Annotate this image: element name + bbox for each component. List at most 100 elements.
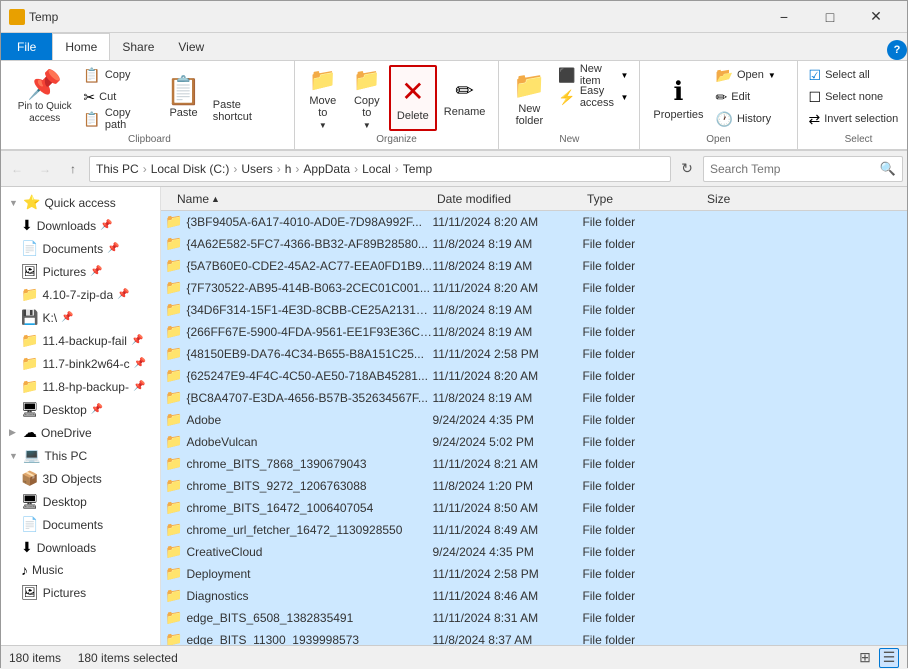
path-users[interactable]: Users (241, 162, 272, 176)
cut-button[interactable]: ✂ Cut (78, 87, 159, 107)
tab-home[interactable]: Home (52, 33, 110, 60)
maximize-button[interactable]: □ (807, 1, 853, 33)
table-row[interactable]: 📁 Adobe 9/24/2024 4:35 PM File folder (161, 409, 907, 431)
path-this-pc[interactable]: This PC (96, 162, 139, 176)
table-row[interactable]: 📁 AdobeVulcan 9/24/2024 5:02 PM File fol… (161, 431, 907, 453)
sidebar-item-3d-objects[interactable]: 📦 3D Objects (1, 467, 160, 490)
table-row[interactable]: 📁 chrome_BITS_9272_1206763088 11/8/2024 … (161, 475, 907, 497)
minimize-button[interactable]: − (761, 1, 807, 33)
table-row[interactable]: 📁 {5A7B60E0-CDE2-45A2-AC77-EEA0FD1B9... … (161, 255, 907, 277)
sidebar-section-this-pc[interactable]: ▼ 💻 This PC (1, 444, 160, 467)
path-h[interactable]: h (285, 162, 292, 176)
delete-button[interactable]: ✕ Delete (389, 65, 437, 131)
sidebar-item-k[interactable]: 💾 K:\ 📌 (1, 306, 160, 329)
onedrive-icon: ☁ (23, 424, 37, 441)
invert-selection-button[interactable]: ⇄ Invert selection (804, 109, 908, 129)
table-row[interactable]: 📁 {7F730522-AB95-414B-B063-2CEC01C001...… (161, 277, 907, 299)
search-input[interactable] (710, 162, 876, 176)
open-label: Open (737, 69, 764, 81)
sidebar-item-downloads[interactable]: ⬇ Downloads 📌 (1, 214, 160, 237)
tab-view[interactable]: View (166, 33, 216, 60)
ribbon-group-new: 📁 Newfolder ⬛ New item ▼ ⚡ Easy access ▼… (499, 61, 640, 149)
sidebar-item-documents-pc[interactable]: 📄 Documents (1, 513, 160, 536)
properties-button[interactable]: ℹ Properties (646, 65, 710, 131)
folder-icon: 📁 (165, 521, 182, 538)
path-local-disk[interactable]: Local Disk (C:) (151, 162, 230, 176)
table-row[interactable]: 📁 {34D6F314-15F1-4E3D-8CBB-CE25A21312...… (161, 299, 907, 321)
move-to-button[interactable]: 📁 Moveto ▼ (301, 65, 345, 131)
cut-icon: ✂ (83, 89, 95, 106)
tab-file[interactable]: File (1, 33, 52, 60)
paste-shortcut-button[interactable]: Paste shortcut (208, 101, 288, 121)
table-row[interactable]: 📁 Deployment 11/11/2024 2:58 PM File fol… (161, 563, 907, 585)
sort-arrow-name: ▲ (211, 194, 220, 204)
table-row[interactable]: 📁 {4A62E582-5FC7-4366-BB32-AF89B28580...… (161, 233, 907, 255)
status-left: 180 items 180 items selected (9, 651, 178, 665)
paste-button[interactable]: 📋 Paste (159, 65, 208, 131)
sidebar-item-downloads-pc[interactable]: ⬇ Downloads (1, 536, 160, 559)
history-button[interactable]: 🕐 History (711, 109, 791, 129)
sidebar-item-bink[interactable]: 📁 11.7-bink2w64-c 📌 (1, 352, 160, 375)
folder-icon: 📁 (165, 477, 182, 494)
properties-label: Properties (653, 109, 703, 121)
copy-button[interactable]: 📋 Copy (78, 65, 159, 85)
move-to-label: Moveto (309, 95, 336, 119)
open-group-label: Open (706, 134, 730, 145)
copy-path-button[interactable]: 📋 Copy path (78, 109, 159, 129)
sort-by-name[interactable]: Name ▲ (173, 190, 433, 208)
view-icons-button[interactable]: ⊞ (855, 648, 875, 668)
select-all-icon: ☑ (809, 67, 822, 84)
sidebar-item-documents[interactable]: 📄 Documents 📌 (1, 237, 160, 260)
easy-access-button[interactable]: ⚡ Easy access ▼ (553, 87, 633, 107)
view-list-button[interactable]: ☰ (879, 648, 899, 668)
sidebar-item-zip[interactable]: 📁 4.10-7-zip-da 📌 (1, 283, 160, 306)
tab-share[interactable]: Share (110, 33, 166, 60)
sidebar-item-desktop-quick[interactable]: 🖥 Desktop 📌 (1, 398, 160, 421)
sort-by-date[interactable]: Date modified (433, 190, 583, 208)
table-row[interactable]: 📁 chrome_BITS_7868_1390679043 11/11/2024… (161, 453, 907, 475)
table-row[interactable]: 📁 Diagnostics 11/11/2024 8:46 AM File fo… (161, 585, 907, 607)
sidebar-item-pictures-pc[interactable]: 🖼 Pictures (1, 581, 160, 604)
copy-icon: 📋 (83, 67, 100, 84)
rename-button[interactable]: ✏ Rename (437, 65, 493, 131)
table-row[interactable]: 📁 edge_BITS_11300_1939998573 11/8/2024 8… (161, 629, 907, 645)
table-row[interactable]: 📁 CreativeCloud 9/24/2024 4:35 PM File f… (161, 541, 907, 563)
path-local[interactable]: Local (362, 162, 391, 176)
history-icon: 🕐 (716, 111, 733, 128)
sidebar-item-backup-fail[interactable]: 📁 11.4-backup-fail 📌 (1, 329, 160, 352)
edit-button[interactable]: ✏ Edit (711, 87, 791, 107)
new-item-button[interactable]: ⬛ New item ▼ (553, 65, 633, 85)
select-none-button[interactable]: ☐ Select none (804, 87, 908, 107)
select-all-button[interactable]: ☑ Select all (804, 65, 908, 85)
sidebar-item-hp-backup[interactable]: 📁 11.8-hp-backup- 📌 (1, 375, 160, 398)
pin-to-quick-access-button[interactable]: 📌 Pin to Quickaccess (11, 65, 78, 131)
table-row[interactable]: 📁 chrome_url_fetcher_16472_1130928550 11… (161, 519, 907, 541)
sort-by-size[interactable]: Size (703, 190, 783, 208)
table-row[interactable]: 📁 {3BF9405A-6A17-4010-AD0E-7D98A992F... … (161, 211, 907, 233)
copy-to-button[interactable]: 📁 Copyto ▼ (345, 65, 389, 131)
sidebar-section-quick-access[interactable]: ▼ ⭐ Quick access (1, 191, 160, 214)
help-button[interactable]: ? (887, 40, 907, 60)
table-row[interactable]: 📁 edge_BITS_6508_1382835491 11/11/2024 8… (161, 607, 907, 629)
folder-icon: 📁 (165, 213, 182, 230)
open-button[interactable]: 📂 Open ▼ (711, 65, 791, 85)
table-row[interactable]: 📁 {625247E9-4F4C-4C50-AE50-718AB45281...… (161, 365, 907, 387)
edit-icon: ✏ (716, 89, 728, 106)
new-item-options: ⬛ New item ▼ ⚡ Easy access ▼ (553, 65, 633, 123)
path-temp[interactable]: Temp (403, 162, 432, 176)
sidebar-item-music[interactable]: ♪ Music (1, 559, 160, 581)
path-appdata[interactable]: AppData (303, 162, 350, 176)
sidebar-item-desktop[interactable]: 🖥 Desktop (1, 490, 160, 513)
new-item-label: New item (580, 63, 617, 87)
table-row[interactable]: 📁 {BC8A4707-E3DA-4656-B57B-352634567F...… (161, 387, 907, 409)
sidebar-item-pictures[interactable]: 🖼 Pictures 📌 (1, 260, 160, 283)
status-bar: 180 items 180 items selected ⊞ ☰ (1, 645, 907, 669)
sidebar-this-pc-label: This PC (44, 449, 87, 463)
close-button[interactable]: ✕ (853, 1, 899, 33)
sort-by-type[interactable]: Type (583, 190, 703, 208)
sidebar-section-onedrive[interactable]: ▶ ☁ OneDrive (1, 421, 160, 444)
table-row[interactable]: 📁 chrome_BITS_16472_1006407054 11/11/202… (161, 497, 907, 519)
table-row[interactable]: 📁 {266FF67E-5900-4FDA-9561-EE1F93E36C45}… (161, 321, 907, 343)
new-folder-button[interactable]: 📁 Newfolder (505, 65, 553, 131)
table-row[interactable]: 📁 {48150EB9-DA76-4C34-B655-B8A151C25... … (161, 343, 907, 365)
